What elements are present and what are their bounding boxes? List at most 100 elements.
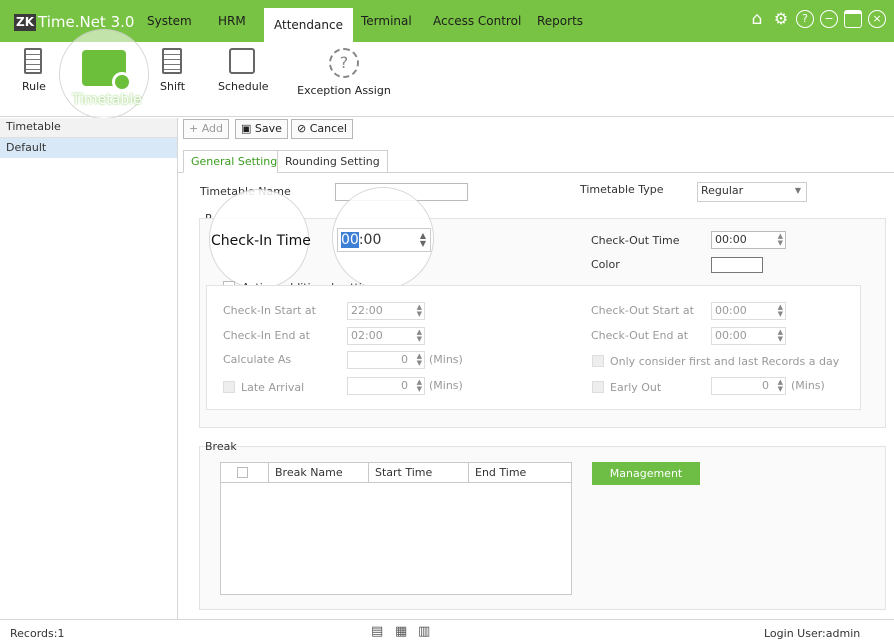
logo-text: Time.Net 3.0 bbox=[38, 13, 135, 31]
records-count: Records:1 bbox=[10, 627, 65, 640]
early-out-unit: (Mins) bbox=[791, 379, 825, 392]
menu-system[interactable]: System bbox=[147, 0, 192, 42]
list-item-default[interactable]: Default bbox=[0, 138, 177, 158]
card-icon[interactable]: ▤ bbox=[371, 624, 383, 639]
schedule-tool[interactable]: Schedule bbox=[218, 48, 269, 93]
save-icon: ▣ bbox=[241, 122, 252, 135]
spinner-icon[interactable]: ▲ ▼ bbox=[778, 329, 783, 343]
menu-hrm[interactable]: HRM bbox=[218, 0, 246, 42]
app-logo: ZK Time.Net 3.0 bbox=[14, 13, 134, 31]
shift-tool[interactable]: Shift bbox=[160, 48, 186, 93]
spinner-icon[interactable]: ▲ ▼ bbox=[417, 379, 422, 393]
cancel-label: Cancel bbox=[309, 122, 347, 135]
exception-assign-icon: ? bbox=[329, 48, 359, 78]
check-out-end-label: Check-Out End at bbox=[591, 329, 689, 342]
start-time-column[interactable]: Start Time bbox=[369, 463, 469, 483]
select-all-cell bbox=[221, 463, 269, 483]
break-label: Break bbox=[205, 440, 237, 453]
select-all-checkbox[interactable] bbox=[237, 467, 248, 478]
early-out-value: 0 bbox=[762, 379, 769, 392]
shift-icon bbox=[162, 48, 182, 74]
break-table-header: Break Name Start Time End Time bbox=[221, 463, 571, 483]
menu-access-control[interactable]: Access Control bbox=[433, 0, 521, 42]
calculate-as-input[interactable]: 0 ▲ ▼ bbox=[347, 351, 425, 369]
help-icon[interactable]: ? bbox=[796, 10, 814, 28]
spinner-icon[interactable]: ▲ ▼ bbox=[778, 304, 783, 318]
check-in-time-hour: 00 bbox=[341, 232, 359, 248]
timetable-type-label: Timetable Type bbox=[580, 183, 664, 196]
check-in-time-input[interactable]: 00:00 ▲ ▼ bbox=[337, 228, 431, 252]
schedule-label: Schedule bbox=[218, 80, 269, 93]
late-arrival-label: Late Arrival bbox=[241, 381, 305, 394]
chevron-down-icon: ▼ bbox=[794, 186, 801, 195]
spinner-icon[interactable]: ▲ ▼ bbox=[417, 329, 422, 343]
menu-terminal[interactable]: Terminal bbox=[361, 0, 412, 42]
check-in-time-label: Check-In Time bbox=[211, 233, 311, 249]
check-in-end-label: Check-In End at bbox=[223, 329, 310, 342]
shift-label: Shift bbox=[160, 80, 186, 93]
timetable-tool[interactable]: Timetable bbox=[72, 48, 142, 108]
maximize-icon[interactable] bbox=[844, 10, 862, 28]
rule-icon bbox=[24, 48, 42, 74]
save-label: Save bbox=[254, 122, 282, 135]
exception-assign-tool[interactable]: ? Exception Assign bbox=[296, 48, 392, 97]
calendar-icon[interactable]: ▦ bbox=[395, 624, 407, 639]
late-arrival-checkbox[interactable] bbox=[223, 381, 235, 393]
logo-badge: ZK bbox=[14, 13, 36, 31]
menu-attendance[interactable]: Attendance bbox=[264, 8, 353, 42]
rule-tool[interactable]: Rule bbox=[22, 48, 46, 93]
late-arrival-input[interactable]: 0 ▲ ▼ bbox=[347, 377, 425, 395]
cancel-button[interactable]: ⊘ Cancel bbox=[291, 119, 353, 139]
check-out-time-input[interactable]: 00:00 ▲ ▼ bbox=[711, 231, 786, 249]
exception-assign-label: Exception Assign bbox=[297, 84, 391, 97]
check-in-end-input[interactable]: 02:00 ▲ ▼ bbox=[347, 327, 425, 345]
minimize-icon[interactable]: − bbox=[820, 10, 838, 28]
check-in-time-rest: :00 bbox=[358, 232, 382, 248]
check-out-start-label: Check-Out Start at bbox=[591, 304, 694, 317]
color-label: Color bbox=[591, 258, 620, 271]
spinner-icon[interactable]: ▲ ▼ bbox=[417, 353, 422, 367]
timetable-label: Timetable bbox=[72, 92, 142, 108]
spinner-icon[interactable]: ▲ ▼ bbox=[778, 233, 783, 247]
clipboard-icon[interactable]: ▥ bbox=[418, 624, 430, 639]
check-in-start-input[interactable]: 22:00 ▲ ▼ bbox=[347, 302, 425, 320]
timetable-type-select[interactable]: Regular ▼ bbox=[697, 182, 807, 202]
login-user: Login User:admin bbox=[764, 627, 861, 640]
home-icon[interactable]: ⌂ bbox=[748, 10, 766, 28]
spinner-icon[interactable]: ▲ ▼ bbox=[420, 232, 426, 248]
late-arrival-value: 0 bbox=[401, 379, 408, 392]
management-button[interactable]: Management bbox=[592, 462, 700, 485]
timetable-icon bbox=[82, 50, 132, 92]
calculate-as-unit: (Mins) bbox=[429, 353, 463, 366]
tab-general-setting[interactable]: General Setting bbox=[183, 150, 286, 173]
end-time-column[interactable]: End Time bbox=[469, 463, 572, 483]
early-out-checkbox[interactable] bbox=[592, 381, 604, 393]
spinner-icon[interactable]: ▲ ▼ bbox=[778, 379, 783, 393]
rule-label: Rule bbox=[22, 80, 46, 93]
check-in-start-value: 22:00 bbox=[351, 304, 383, 317]
module-toolbar: Rule Timetable Shift Schedule ? Exceptio… bbox=[0, 30, 894, 118]
status-bar: Records:1 ▤ ▦ ▥ Login User:admin bbox=[0, 619, 894, 644]
calculate-as-label: Calculate As bbox=[223, 353, 292, 366]
only-consider-checkbox[interactable] bbox=[592, 355, 604, 367]
spinner-icon[interactable]: ▲ ▼ bbox=[417, 304, 422, 318]
only-consider-label: Only consider first and last Records a d… bbox=[610, 355, 840, 368]
menu-reports[interactable]: Reports bbox=[537, 0, 583, 42]
check-out-end-input[interactable]: 00:00 ▲ ▼ bbox=[711, 327, 786, 345]
add-button[interactable]: + Add bbox=[183, 119, 230, 139]
gear-icon[interactable]: ⚙ bbox=[772, 10, 790, 28]
save-button[interactable]: ▣ Save bbox=[235, 119, 288, 139]
break-table: Break Name Start Time End Time bbox=[220, 462, 572, 595]
check-out-end-value: 00:00 bbox=[715, 329, 747, 342]
calculate-as-value: 0 bbox=[401, 353, 408, 366]
color-picker[interactable] bbox=[711, 257, 763, 273]
break-name-column[interactable]: Break Name bbox=[269, 463, 369, 483]
check-in-start-label: Check-In Start at bbox=[223, 304, 316, 317]
check-out-start-input[interactable]: 00:00 ▲ ▼ bbox=[711, 302, 786, 320]
close-icon[interactable]: × bbox=[868, 10, 886, 28]
timetable-list-panel: Timetable Default bbox=[0, 118, 178, 619]
early-out-label: Early Out bbox=[610, 381, 662, 394]
tab-rounding-setting[interactable]: Rounding Setting bbox=[277, 150, 388, 173]
early-out-input[interactable]: 0 ▲ ▼ bbox=[711, 377, 786, 395]
check-out-time-label: Check-Out Time bbox=[591, 234, 680, 247]
